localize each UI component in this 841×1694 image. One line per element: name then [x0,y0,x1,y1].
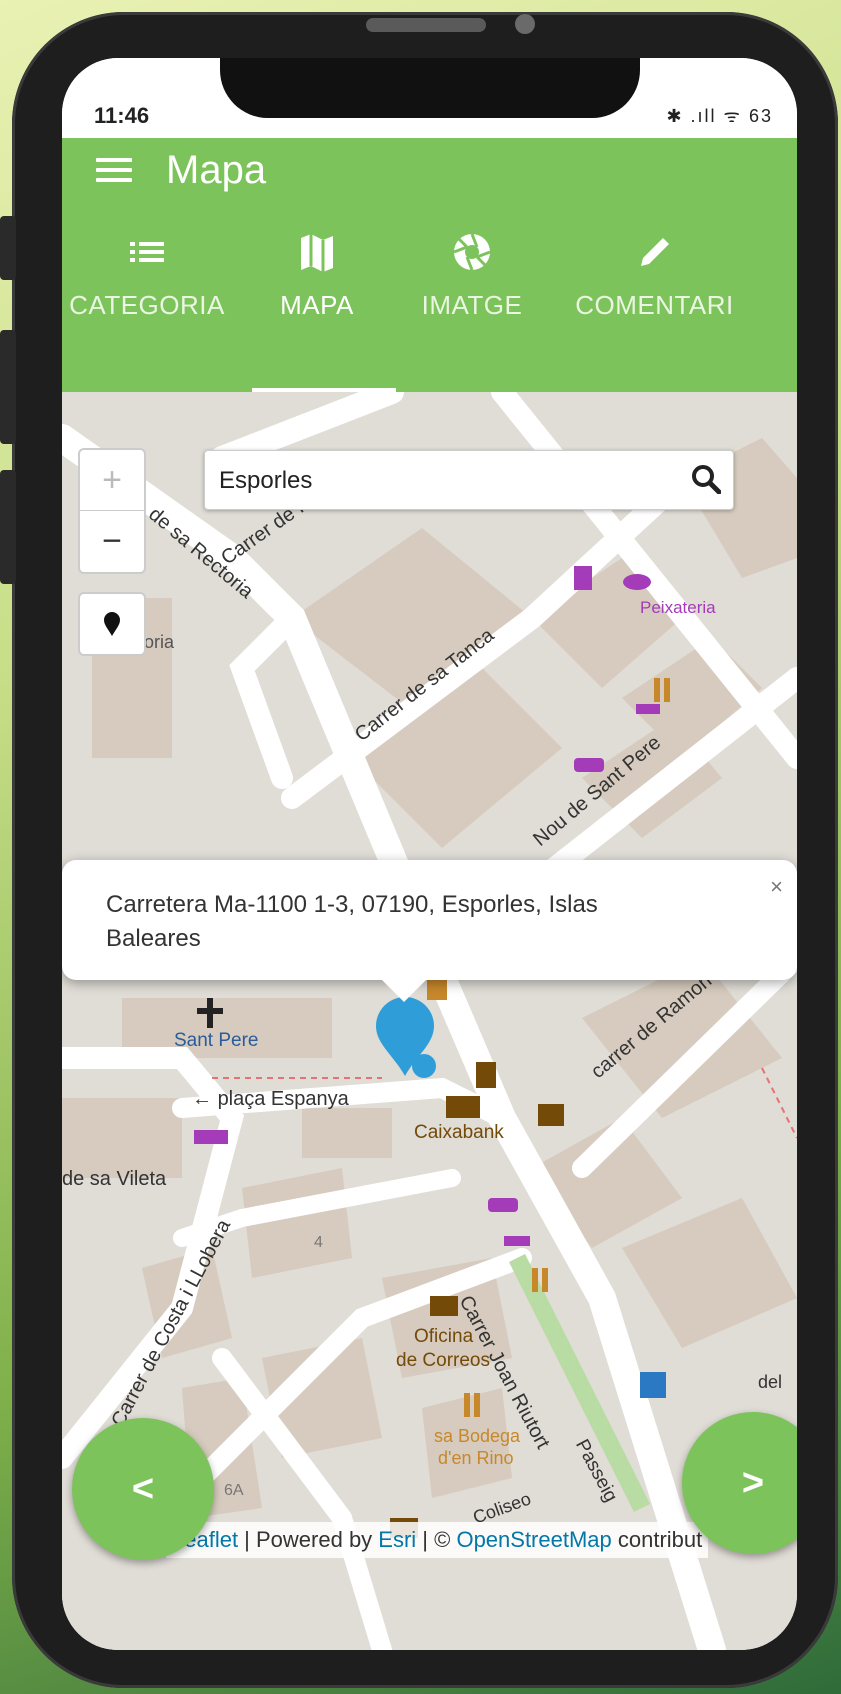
map-label-bodega-2: d'en Rino [438,1448,514,1468]
map-label-placa: ← plaça Espanya [192,1088,349,1110]
map-label-bodega-1: sa Bodega [434,1426,521,1446]
osm-link[interactable]: OpenStreetMap [456,1527,611,1552]
phone-screen: 11:46 ✱ .ıll ᯤ 63 Mapa CATEGORIA MAPA IM… [62,58,797,1650]
tab-comentari[interactable]: COMENTARI [552,228,757,372]
phone-notch [220,58,640,118]
tab-categoria[interactable]: CATEGORIA [62,228,232,372]
menu-icon[interactable] [96,158,132,182]
attribution-tail: contribut [611,1527,703,1552]
tab-imatge[interactable]: IMATGE [387,228,557,372]
tab-mapa[interactable]: MAPA [232,228,402,372]
map-icon [232,228,402,276]
tab-imatge-label: IMATGE [421,290,523,320]
map-label-oria: oria [144,632,175,652]
location-marker-icon[interactable] [374,996,436,1078]
map-label-correos: de Correos [396,1350,490,1371]
phone-camera [515,14,535,34]
list-icon [62,228,232,276]
attribution-sep-1: | Powered by [238,1527,379,1552]
map-pin-icon [104,612,120,636]
tab-comentari-label: COMENTARI [575,290,734,320]
prev-button[interactable]: < [72,1418,214,1560]
locate-button[interactable] [78,592,146,656]
tab-mapa-label: MAPA [280,290,354,320]
map-label-caixabank: Caixabank [414,1122,504,1143]
map-label-del: del [758,1372,783,1392]
phone-volume-down-button [0,330,16,444]
map-label-oficina: Oficina [414,1326,474,1347]
zoom-in-button[interactable]: + [80,450,144,510]
zoom-control: + − [78,448,146,574]
map-popup: Carretera Ma-1100 1-3, 07190, Esporles, … [62,860,797,1002]
phone-volume-up-button [0,216,16,280]
map-label-number-6a: 6A [224,1482,244,1499]
tab-categoria-label: CATEGORIA [69,290,225,320]
page-title: Mapa [166,148,267,192]
map-label-vileta: de sa Vileta [62,1168,167,1190]
status-time: 11:46 [94,103,150,128]
map-search-input[interactable] [217,461,681,501]
popup-address: Carretera Ma-1100 1-3, 07190, Esporles, … [106,891,598,952]
map-label-peixateria: Peixateria [640,598,716,617]
status-icons: ✱ .ıll ᯤ 63 [666,106,773,126]
popup-close-button[interactable]: × [770,874,783,900]
search-icon[interactable] [691,464,722,499]
zoom-out-button[interactable]: − [80,511,144,571]
esri-link[interactable]: Esri [378,1527,416,1552]
map-label-sant-pere: Sant Pere [174,1030,259,1051]
phone-speaker [366,18,486,32]
app-bar: Mapa CATEGORIA MAPA IMATGE COMENTARI [62,138,797,392]
map-attribution: Leaflet | Powered by Esri | © OpenStreet… [166,1522,709,1558]
map-label-number-4: 4 [314,1234,323,1251]
aperture-icon [387,228,557,276]
map-search-box [204,450,734,510]
pencil-icon [552,228,757,276]
phone-power-button [0,470,16,584]
attribution-sep-2: | © [416,1527,457,1552]
map-label-placa-text: plaça Espanya [217,1088,349,1110]
